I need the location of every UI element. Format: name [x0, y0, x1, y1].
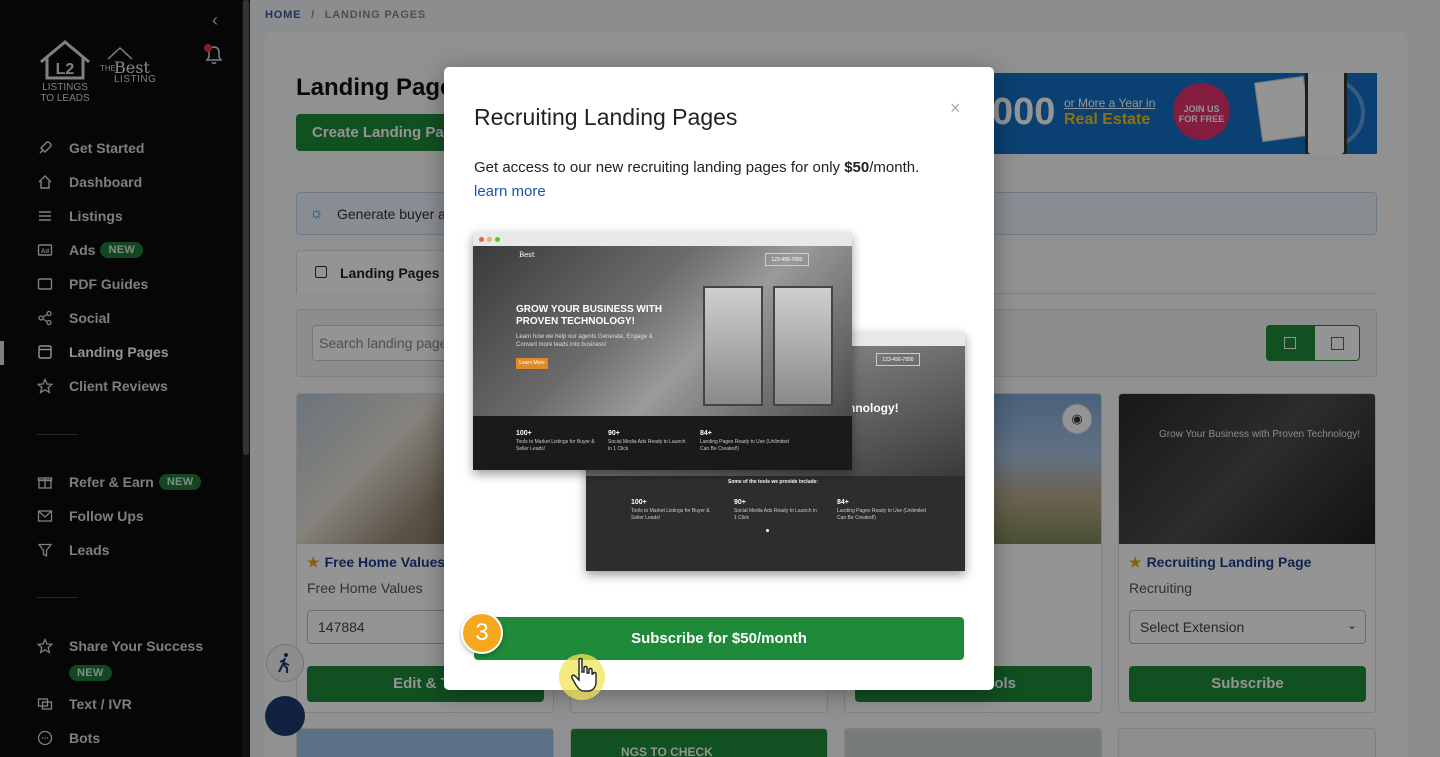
- learn-more-link[interactable]: learn more: [474, 183, 546, 200]
- subscribe-button[interactable]: Subscribe for $50/month: [474, 617, 964, 660]
- recruiting-modal: Recruiting Landing Pages × Get access to…: [444, 67, 994, 690]
- pager-dot: [766, 529, 769, 532]
- browser-bar: [473, 232, 852, 246]
- step-number-badge: 3: [461, 612, 503, 654]
- stat: 84+ Landing Pages Ready to Use (Unlimited…: [700, 430, 789, 452]
- phone-tag: 123-456-7890: [876, 353, 920, 366]
- preview-background: [473, 246, 852, 416]
- preview-logo: Best: [519, 251, 535, 259]
- stat: 100+ Tools to Market Listings for Buyer &…: [516, 430, 595, 452]
- hand-cursor-icon: [570, 657, 598, 693]
- tools-text: Some of the tools we provide include:: [728, 479, 819, 485]
- window-graphic: [773, 286, 833, 406]
- preview-stats: 100+ Tools to Market Listings for Buyer &…: [473, 416, 852, 470]
- desc-suffix: /month.: [869, 159, 920, 176]
- close-dot: [479, 237, 484, 242]
- stat: 84+ Landing Pages Ready to Use (Unlimited…: [837, 499, 926, 521]
- preview-body: Learn how we help our agents Generate, E…: [516, 334, 653, 348]
- close-icon[interactable]: ×: [950, 98, 961, 119]
- stat: 100+ Tools to Market Listings for Buyer &…: [631, 499, 710, 521]
- modal-title: Recruiting Landing Pages: [474, 104, 738, 130]
- minimize-dot: [487, 237, 492, 242]
- price-text: $50: [844, 159, 870, 176]
- preview-heading: GROW YOUR BUSINESS WITH PROVEN TECHNOLOG…: [516, 304, 662, 327]
- stat: 90+ Social Media Ads Ready to Launch in 1…: [734, 499, 817, 521]
- stat: 90+ Social Media Ads Ready to Launch in 1…: [608, 430, 686, 452]
- maximize-dot: [495, 237, 500, 242]
- desc-text: Get access to our new recruiting landing…: [474, 159, 845, 176]
- modal-description: Get access to our new recruiting landing…: [474, 156, 969, 204]
- phone-tag: 123-456-7890: [765, 253, 809, 266]
- preview-screenshot-primary: Best 123-456-7890 GROW YOUR BUSINESS WIT…: [473, 232, 852, 470]
- preview-heading: hnology!: [848, 401, 899, 415]
- preview-cta: Learn More: [516, 358, 548, 369]
- window-graphic: [703, 286, 763, 406]
